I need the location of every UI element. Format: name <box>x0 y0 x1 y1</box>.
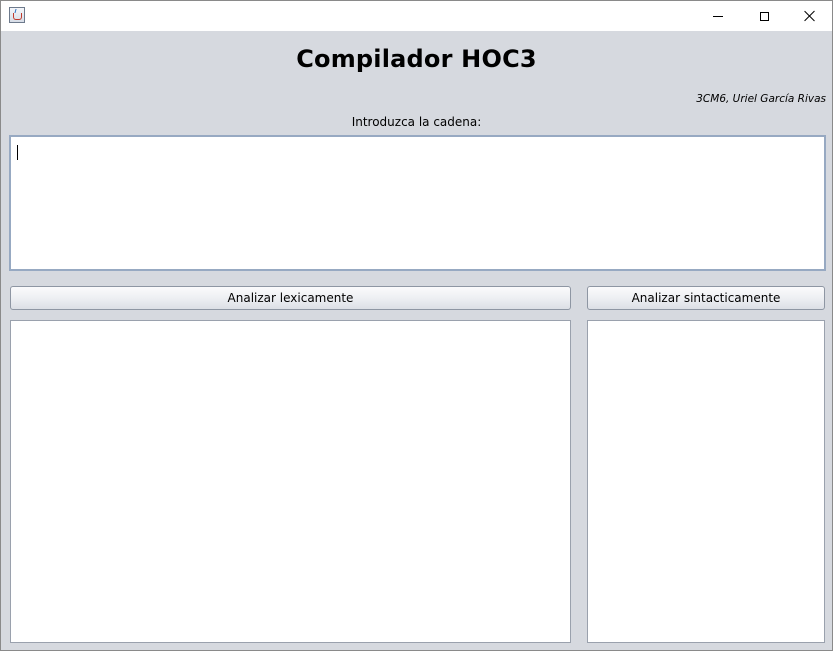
title-bar[interactable] <box>1 1 832 31</box>
input-label: Introduzca la cadena: <box>351 115 482 129</box>
minimize-button[interactable] <box>695 1 741 31</box>
java-cup-icon[interactable] <box>9 7 25 23</box>
analyze-syntactic-button[interactable]: Analizar sintacticamente <box>587 286 825 310</box>
close-icon <box>804 10 816 22</box>
author-label: 3CM6, Uriel García Rivas <box>696 93 826 105</box>
close-button[interactable] <box>787 1 833 31</box>
app-window: Compilador HOC3 3CM6, Uriel García Rivas… <box>0 0 833 651</box>
syntactic-output-area[interactable] <box>587 320 825 643</box>
lexical-output-area[interactable] <box>10 320 571 643</box>
text-caret <box>17 145 18 160</box>
minimize-icon <box>713 15 723 17</box>
maximize-icon <box>759 11 769 21</box>
analyze-lexical-button[interactable]: Analizar lexicamente <box>10 286 571 310</box>
string-input[interactable] <box>9 135 826 271</box>
maximize-button[interactable] <box>741 1 787 31</box>
page-title: Compilador HOC3 <box>296 45 537 73</box>
